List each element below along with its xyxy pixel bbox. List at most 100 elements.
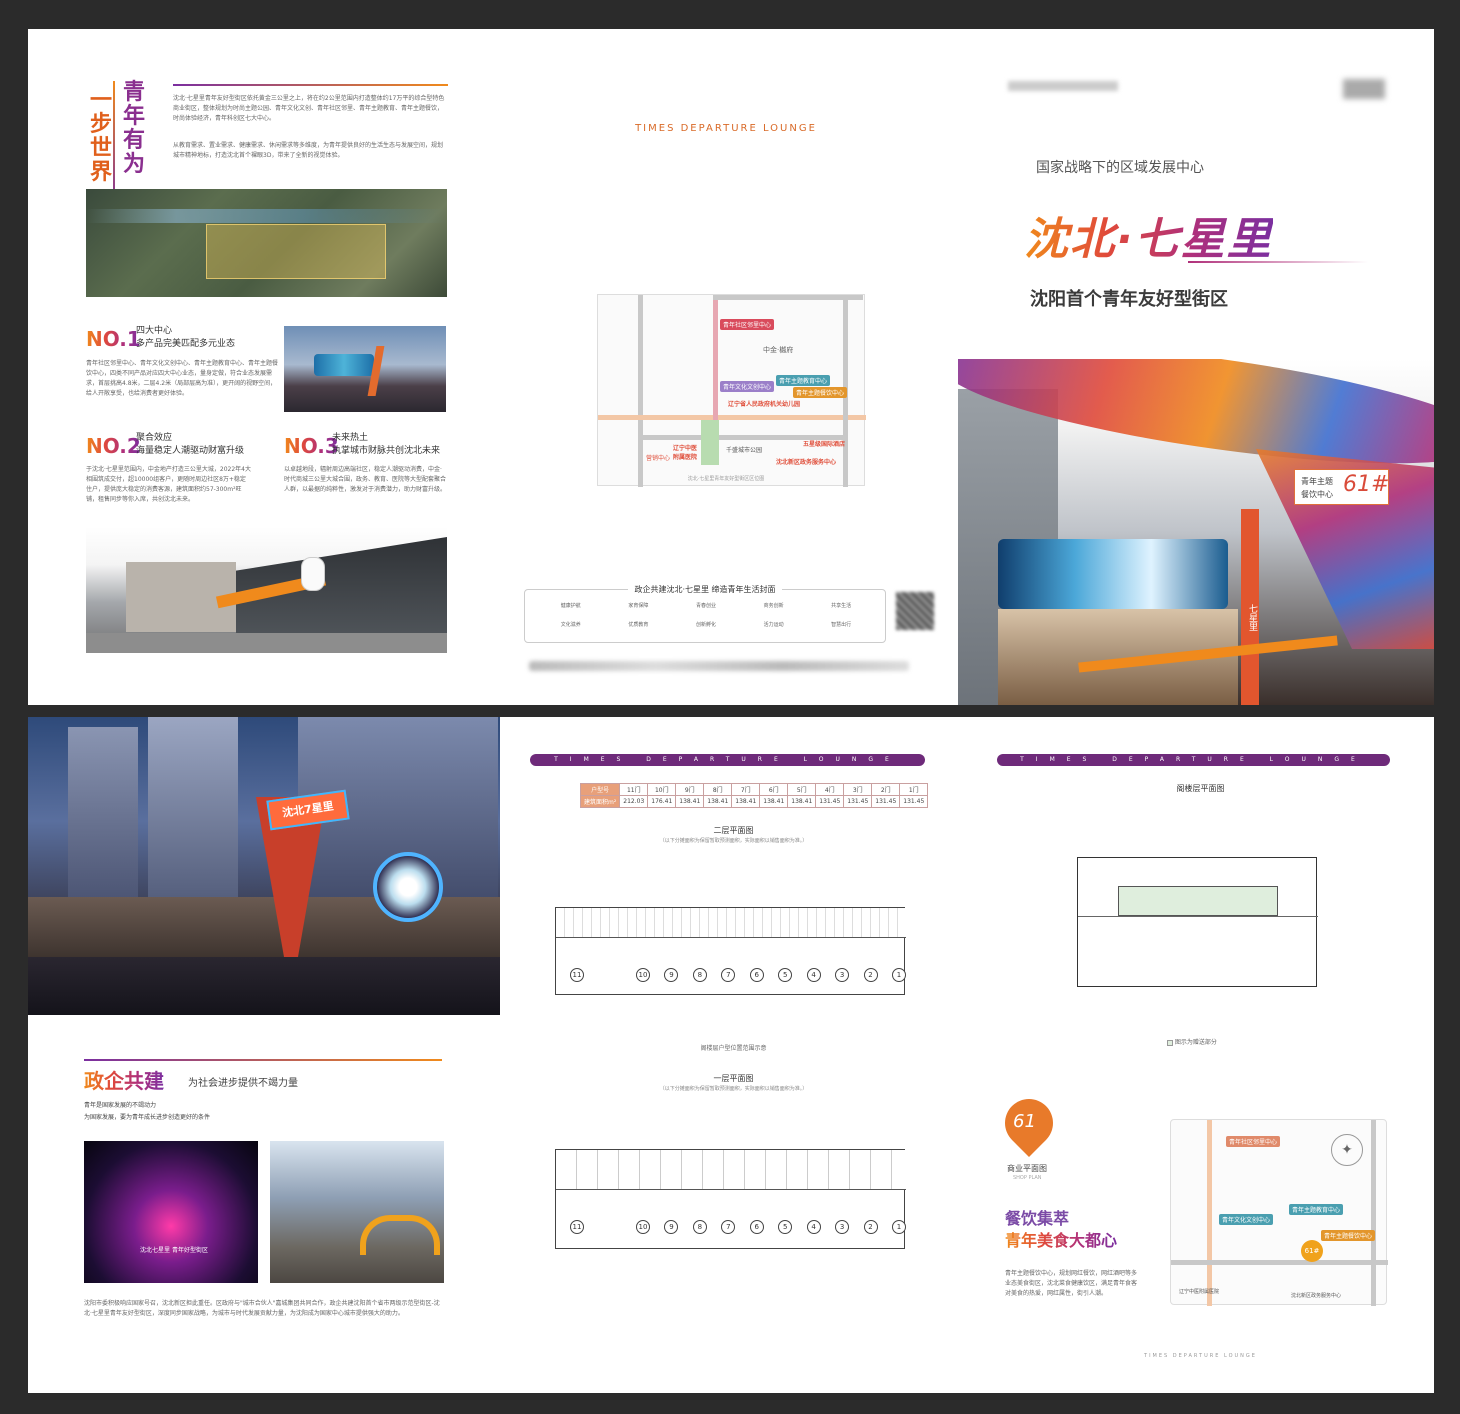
unit-badge: 10 [636, 1220, 650, 1234]
map-label-5: 辽宁省人民政府机关幼儿园 [728, 401, 801, 408]
title-col-b: 一步世界 [90, 88, 113, 185]
unit-badge: 9 [664, 1220, 679, 1234]
footer-panel: 政企共建沈北·七星里 缔造青年生活封面 健康护航 家育保障 青春创业 商务创新 … [524, 585, 886, 643]
plan2-title: 二层平面图 [713, 826, 754, 835]
compass-icon: ✦ [1331, 1134, 1363, 1166]
table-row: 建筑面积m² 212.03 176.41 138.41 138.41 138.4… [579, 795, 929, 808]
unit-badge: 10 [636, 968, 650, 982]
unit-badge: 11 [570, 968, 584, 982]
map-tag-1: 青年社区邻里中心 [720, 319, 775, 330]
table-cell: 3门 [843, 783, 873, 796]
street-night-image [284, 326, 446, 412]
map-label-10: 千盛城市公园 [726, 447, 763, 454]
lead-line-2: 为国家发展，要为青年成长进步创造更好的条件 [84, 1114, 211, 1121]
unit-badge: 6 [749, 968, 764, 982]
map-tag-2: 青年文化文创中心 [720, 381, 775, 392]
pin-number: 61 [1013, 1111, 1036, 1132]
badge-label-1: 青年主题 [1301, 477, 1333, 486]
map-caption: 沈北·七星里青年友好型街区区位图 [687, 476, 765, 482]
unit-badge: 8 [692, 968, 707, 982]
legend-text: 图示为赠送部分 [1174, 1039, 1217, 1046]
no3-subtitle: 执掌城市财脉共创沈北未来 [332, 446, 441, 456]
no2-title: 聚合效应 [136, 433, 173, 443]
table-cell: 11门 [619, 783, 649, 796]
unit-badge: 1 [891, 1220, 906, 1234]
slogan-line-2: 青年美食大都心 [1005, 1227, 1117, 1251]
table-cell: 建筑面积m² [579, 795, 621, 808]
unit-badge: 5 [778, 968, 793, 982]
map-bottom-label: 辽宁中医附属医院 [1179, 1289, 1220, 1295]
stage-banner: 沈北七星里 青年好型街区 [140, 1247, 208, 1254]
section-rule [84, 1059, 442, 1061]
blurred-logo [1343, 79, 1385, 99]
map-tag-1: 青年社区邻里中心 [1226, 1136, 1281, 1147]
table-cell: 6门 [759, 783, 789, 796]
night-plaza-render: 沈北7星里 [28, 717, 500, 1015]
section-title: 政企共建 [84, 1065, 164, 1094]
no3-body: 以卓越地段，辐射周边高端社区，稳定人潮驱动消费，中金·时代商城三公里大城合围，政… [284, 466, 447, 493]
cover-title-underline [1188, 261, 1368, 263]
table-cell: 131.45 [843, 795, 873, 808]
unit-badge: 9 [664, 968, 679, 982]
section-subtitle: 为社会进步提供不竭力量 [188, 1078, 298, 1089]
unit-badge: 4 [806, 1220, 821, 1234]
no2-subtitle: 海量稳定人潮驱动财富升级 [136, 446, 245, 456]
cover-subtitle: 国家战略下的区域发展中心 [1036, 160, 1204, 176]
lounge-bar: TIMES DEPARTURE LOUNGE [530, 754, 925, 766]
no1-number: NO.1 [86, 327, 141, 351]
stage-event-photo: 沈北七星里 青年好型街区 [84, 1141, 258, 1283]
cover-title: 沈北·七星里 [1024, 214, 1273, 265]
footer-item: 健康护航 [560, 603, 581, 609]
aerial-masterplan-image [86, 189, 447, 297]
unit-badge: 3 [835, 1220, 850, 1234]
map-bottom-label-2: 沈北新区政务服务中心 [1291, 1293, 1342, 1299]
map-center-label: 中金·樾府 [763, 346, 794, 354]
table-cell: 138.41 [731, 795, 761, 808]
badge-number: 61# [1343, 472, 1390, 497]
table-cell: 138.41 [787, 795, 817, 808]
no1-subtitle: 多产品完美匹配多元业态 [136, 339, 236, 349]
table-cell: 4门 [815, 783, 845, 796]
table-cell: 7门 [731, 783, 761, 796]
unit-badge: 2 [863, 968, 878, 982]
plan1-note: （以下分摊面积为保留暂取预测面积，实际面积以销售面积为准。） [659, 1086, 808, 1092]
page-6: TIMES DEPARTURE LOUNGE 阁楼层平面图 图示为赠送部分 61… [967, 717, 1434, 1393]
cover-sign: 七星里 [1241, 509, 1259, 705]
area-map: 青年社区邻里中心 青年文化文创中心 青年主题教育中心 青年主题餐饮中心 ✦ 61… [1170, 1119, 1388, 1306]
no3-title: 未来热土 [332, 433, 369, 443]
intro-paragraph-1: 沈北·七星里青年友好型街区依托黄金三公里之上，将在约2公里范围内打造整体约17万… [173, 95, 445, 122]
first-floor-plan: 10 9 8 7 6 5 4 3 2 1 11 [555, 1149, 906, 1249]
second-floor-plan: 10 9 8 7 6 5 4 3 2 1 11 [555, 907, 906, 995]
plan2-note: （以下分摊面积为保留暂取预测面积，实际面积以销售面积为准。） [659, 838, 808, 844]
slogan-line-1: 餐饮集萃 [1005, 1209, 1070, 1228]
unit-badge: 4 [806, 968, 821, 982]
map-tag-3: 青年主题教育中心 [776, 375, 831, 386]
blurred-top-text [1008, 81, 1118, 91]
footer-grid: 健康护航 家育保障 青春创业 商务创新 共享生活 文化滋养 优质教育 创新孵化 … [537, 602, 875, 628]
page-4: 沈北7星里 政企共建 为社会进步提供不竭力量 青年是国家发展的不竭动力 为国家发… [28, 717, 500, 1393]
no3-number: NO.3 [284, 434, 339, 458]
footer-item: 智慧出行 [831, 622, 852, 628]
footer-title: 政企共建沈北·七星里 缔造青年生活封面 [525, 584, 885, 595]
no1-title: 四大中心 [136, 326, 173, 336]
cover-badge: 青年主题 餐饮中心 61# [1294, 469, 1389, 505]
table-cell: 5门 [787, 783, 817, 796]
astronaut-plaza-image [86, 527, 447, 653]
plan2-units: 10 9 8 7 6 5 4 3 2 1 [636, 968, 906, 982]
intro-paragraph-2: 从教育需求、置业需求、健康需求、休闲需求等多维度，为青年提供良好的生活生态与发展… [173, 142, 444, 159]
plan1-title: 一层平面图 [713, 1074, 754, 1083]
footer-item: 商务创新 [763, 603, 784, 609]
table-cell: 10门 [647, 783, 677, 796]
qr-code [896, 592, 934, 630]
page-footer: TIMES DEPARTURE LOUNGE [1144, 1353, 1257, 1359]
table-cell: 131.45 [815, 795, 845, 808]
badge-label-2: 餐饮中心 [1301, 490, 1333, 499]
map-marker: 61# [1301, 1240, 1323, 1262]
table-cell: 户型号 [579, 783, 621, 796]
lead-line-1: 青年是国家发展的不竭动力 [84, 1102, 157, 1109]
footer-item: 活力运动 [763, 622, 784, 628]
lounge-bar: TIMES DEPARTURE LOUNGE [997, 754, 1390, 766]
map-label-7: 五星级国际酒店 [803, 441, 846, 448]
table-cell: 9门 [675, 783, 705, 796]
table-cell: 138.41 [675, 795, 705, 808]
